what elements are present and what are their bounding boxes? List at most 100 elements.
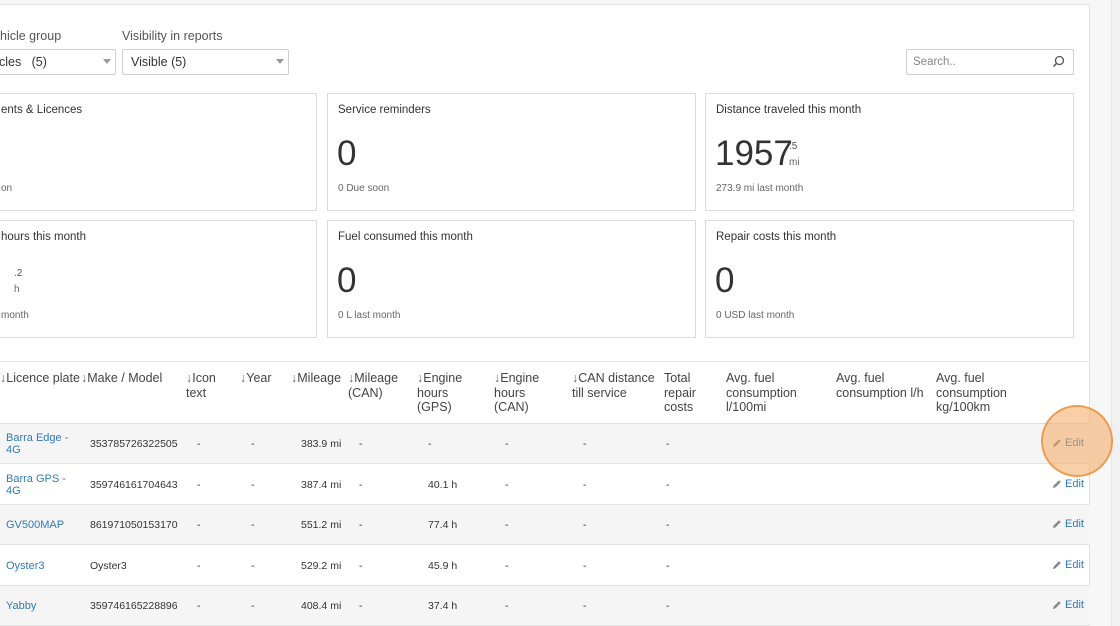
can-distance-cell: - [583, 519, 587, 531]
mileage-can-cell: - [359, 479, 363, 491]
pencil-icon [1052, 600, 1062, 610]
card-title: Distance traveled this month [716, 104, 862, 116]
card-fuel-consumed[interactable]: Fuel consumed this month 0 0 L last mont… [327, 220, 696, 338]
pencil-icon [1052, 519, 1062, 529]
edit-label: Edit [1065, 559, 1084, 571]
licence-plate-link[interactable]: Barra Edge - 4G [6, 432, 76, 456]
table-row[interactable]: Oyster3 Oyster3 - - 529.2 mi - 45.9 h - - - Edit [0, 546, 1090, 586]
chevron-down-icon [276, 59, 284, 64]
card-title: Fuel consumed this month [338, 231, 473, 243]
edit-button[interactable]: Edit [1052, 559, 1084, 571]
edit-button[interactable]: Edit [1052, 599, 1084, 611]
chevron-down-icon [103, 59, 111, 64]
column-header-licence-plate[interactable]: ↓Licence plate [0, 371, 80, 386]
repair-costs-cell: - [666, 479, 670, 491]
engine-hours-gps-cell: 37.4 h [428, 600, 458, 612]
can-distance-cell: - [583, 438, 587, 450]
repair-costs-cell: - [666, 600, 670, 612]
card-foot: 0 L last month [338, 310, 401, 321]
engine-hours-gps-cell: 40.1 h [428, 479, 458, 491]
card-repair-costs[interactable]: Repair costs this month 0 0 USD last mon… [705, 220, 1074, 338]
make-model-cell: Oyster3 [90, 560, 127, 572]
column-header-avg-fuel-l100mi[interactable]: Avg. fuel consumption l/100mi [726, 371, 804, 415]
year-cell: - [251, 479, 255, 491]
card-value: 0 [715, 261, 735, 300]
card-service-reminders[interactable]: Service reminders 0 0 Due soon [327, 93, 696, 211]
year-cell: - [251, 600, 255, 612]
visibility-select[interactable]: Visible (5) [122, 49, 289, 75]
column-header-mileage[interactable]: ↓Mileage [291, 371, 341, 386]
mileage-can-cell: - [359, 438, 363, 450]
card-title: ents & Licences [1, 104, 83, 116]
licence-plate-link[interactable]: Oyster3 [6, 560, 76, 572]
year-cell: - [251, 560, 255, 572]
icon-text-cell: - [197, 479, 201, 491]
table-row[interactable]: Barra GPS - 4G 359746161704643 - - 387.4 mi -… [0, 465, 1090, 505]
make-model-cell: 359746165228896 [90, 600, 178, 612]
repair-costs-cell: - [666, 438, 670, 450]
year-cell: - [251, 438, 255, 450]
card-foot: on [1, 183, 13, 194]
can-distance-cell: - [583, 560, 587, 572]
column-header-mileage-can[interactable]: ↓Mileage (CAN) [348, 371, 408, 400]
column-header-make-model[interactable]: ↓Make / Model [81, 371, 162, 386]
engine-hours-gps-cell: 45.9 h [428, 560, 458, 572]
page-scrollbar[interactable] [1111, 0, 1120, 626]
repair-costs-cell: - [666, 560, 670, 572]
pencil-icon [1052, 479, 1062, 489]
icon-text-cell: - [197, 560, 201, 572]
engine-hours-can-cell: - [505, 519, 509, 531]
card-value: 0 [337, 261, 357, 300]
card-value: 1957 [715, 134, 793, 173]
vehicle-group-select[interactable]: cles (5) [0, 49, 116, 75]
card-title: Repair costs this month [716, 231, 837, 243]
search-input[interactable] [907, 50, 1047, 74]
column-header-can-distance[interactable]: ↓CAN distance till service [572, 371, 658, 400]
card-foot: month [1, 310, 29, 321]
licence-plate-link[interactable]: Yabby [6, 600, 76, 612]
edit-button[interactable]: Edit [1052, 478, 1084, 490]
edit-label: Edit [1065, 478, 1084, 490]
licence-plate-link[interactable]: GV500MAP [6, 519, 76, 531]
column-header-avg-fuel-kg100km[interactable]: Avg. fuel consumption kg/100km [936, 371, 1016, 415]
edit-button[interactable]: Edit [1052, 518, 1084, 530]
search-icon[interactable] [1052, 55, 1065, 73]
click-highlight-marker [1041, 405, 1113, 477]
licence-plate-link[interactable]: Barra GPS - 4G [6, 473, 76, 497]
icon-text-cell: - [197, 519, 201, 531]
column-header-icon-text[interactable]: ↓Icon text [186, 371, 234, 400]
make-model-cell: 861971050153170 [90, 519, 178, 531]
card-engine-hours[interactable]: hours this month 0 .2 h month [0, 220, 317, 338]
table-row[interactable]: GV500MAP 861971050153170 - - 551.2 mi - 77.4 h… [0, 505, 1090, 545]
card-documents-licences[interactable]: ents & Licences on [0, 93, 317, 211]
make-model-cell: 359746161704643 [90, 479, 178, 491]
card-value-unit: mi [789, 157, 800, 168]
column-header-engine-hours-can[interactable]: ↓Engine hours (CAN) [494, 371, 554, 415]
engine-hours-gps-cell: - [428, 438, 432, 450]
column-header-total-repair-costs[interactable]: Total repair costs [664, 371, 714, 415]
card-foot: 273.9 mi last month [716, 183, 804, 194]
column-header-engine-hours-gps[interactable]: ↓Engine hours (GPS) [417, 371, 477, 415]
edit-label: Edit [1065, 599, 1084, 611]
card-foot: 0 USD last month [716, 310, 795, 321]
year-cell: - [251, 519, 255, 531]
column-header-year[interactable]: ↓Year [240, 371, 272, 386]
mileage-can-cell: - [359, 600, 363, 612]
mileage-cell: 408.4 mi [301, 600, 342, 612]
card-distance-traveled[interactable]: Distance traveled this month 1957 .5 mi … [705, 93, 1074, 211]
make-model-cell: 353785726322505 [90, 438, 178, 450]
icon-text-cell: - [197, 438, 201, 450]
vehicle-group-value: cles (5) [0, 55, 47, 69]
mileage-can-cell: - [359, 560, 363, 572]
can-distance-cell: - [583, 600, 587, 612]
engine-hours-can-cell: - [505, 479, 509, 491]
table-row[interactable]: Barra Edge - 4G 353785726322505 - - 383.9 mi… [0, 424, 1090, 464]
pencil-icon [1052, 560, 1062, 570]
table-row[interactable]: Yabby 359746165228896 - - 408.4 mi - 37.4 h - - -… [0, 586, 1090, 626]
column-header-avg-fuel-lh[interactable]: Avg. fuel consumption l/h [836, 371, 928, 400]
engine-hours-gps-cell: 77.4 h [428, 519, 458, 531]
repair-costs-cell: - [666, 519, 670, 531]
visibility-value: Visible (5) [131, 55, 187, 69]
mileage-can-cell: - [359, 519, 363, 531]
search-box[interactable] [906, 49, 1074, 75]
